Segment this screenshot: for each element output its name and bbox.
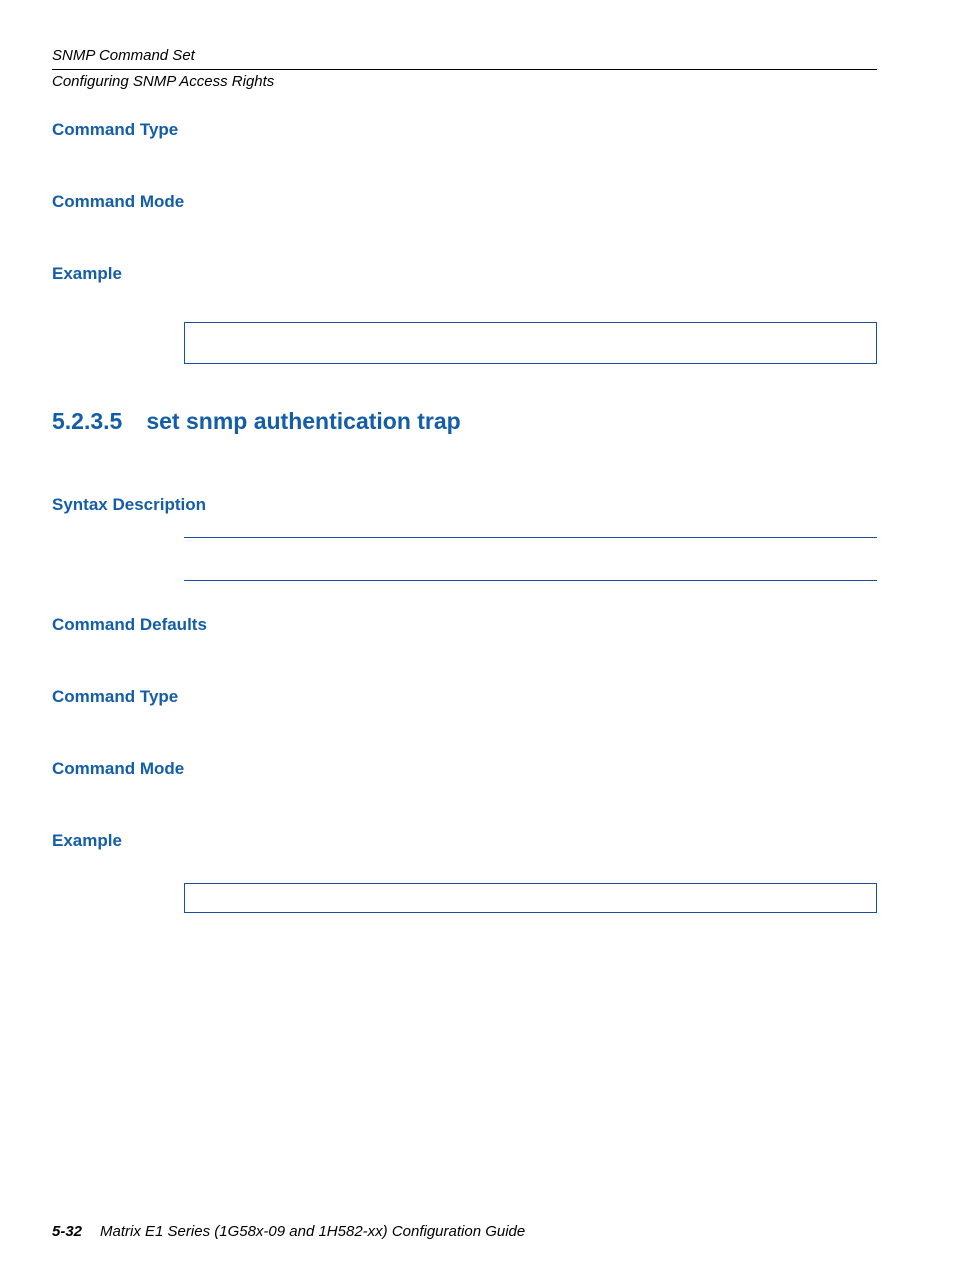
- running-header-chapter: SNMP Command Set: [52, 46, 877, 66]
- running-header-section: Configuring SNMP Access Rights: [52, 73, 877, 90]
- syntax-rule-bottom: [184, 580, 877, 581]
- subsection-heading: 5.2.3.5 set snmp authentication trap: [52, 408, 877, 435]
- label-command-type-1: Command Type: [52, 120, 877, 140]
- subsection-number: 5.2.3.5: [52, 408, 122, 434]
- label-example-2: Example: [52, 831, 877, 851]
- page-footer: 5-32 Matrix E1 Series (1G58x-09 and 1H582…: [52, 1223, 877, 1240]
- label-syntax-description: Syntax Description: [52, 495, 877, 515]
- subsection-title: set snmp authentication trap: [146, 408, 460, 434]
- example-code-box-1: [184, 322, 877, 364]
- syntax-description-table: [184, 537, 877, 581]
- header-rule: [52, 69, 877, 70]
- footer-doc-title: Matrix E1 Series (1G58x-09 and 1H582-xx)…: [100, 1223, 525, 1240]
- label-command-mode-1: Command Mode: [52, 192, 877, 212]
- label-command-defaults: Command Defaults: [52, 615, 877, 635]
- label-example-1: Example: [52, 264, 877, 284]
- label-command-mode-2: Command Mode: [52, 759, 877, 779]
- document-page: SNMP Command Set Configuring SNMP Access…: [0, 0, 954, 1280]
- label-command-type-2: Command Type: [52, 687, 877, 707]
- example-code-box-2: [184, 883, 877, 913]
- footer-page-number: 5-32: [52, 1223, 82, 1240]
